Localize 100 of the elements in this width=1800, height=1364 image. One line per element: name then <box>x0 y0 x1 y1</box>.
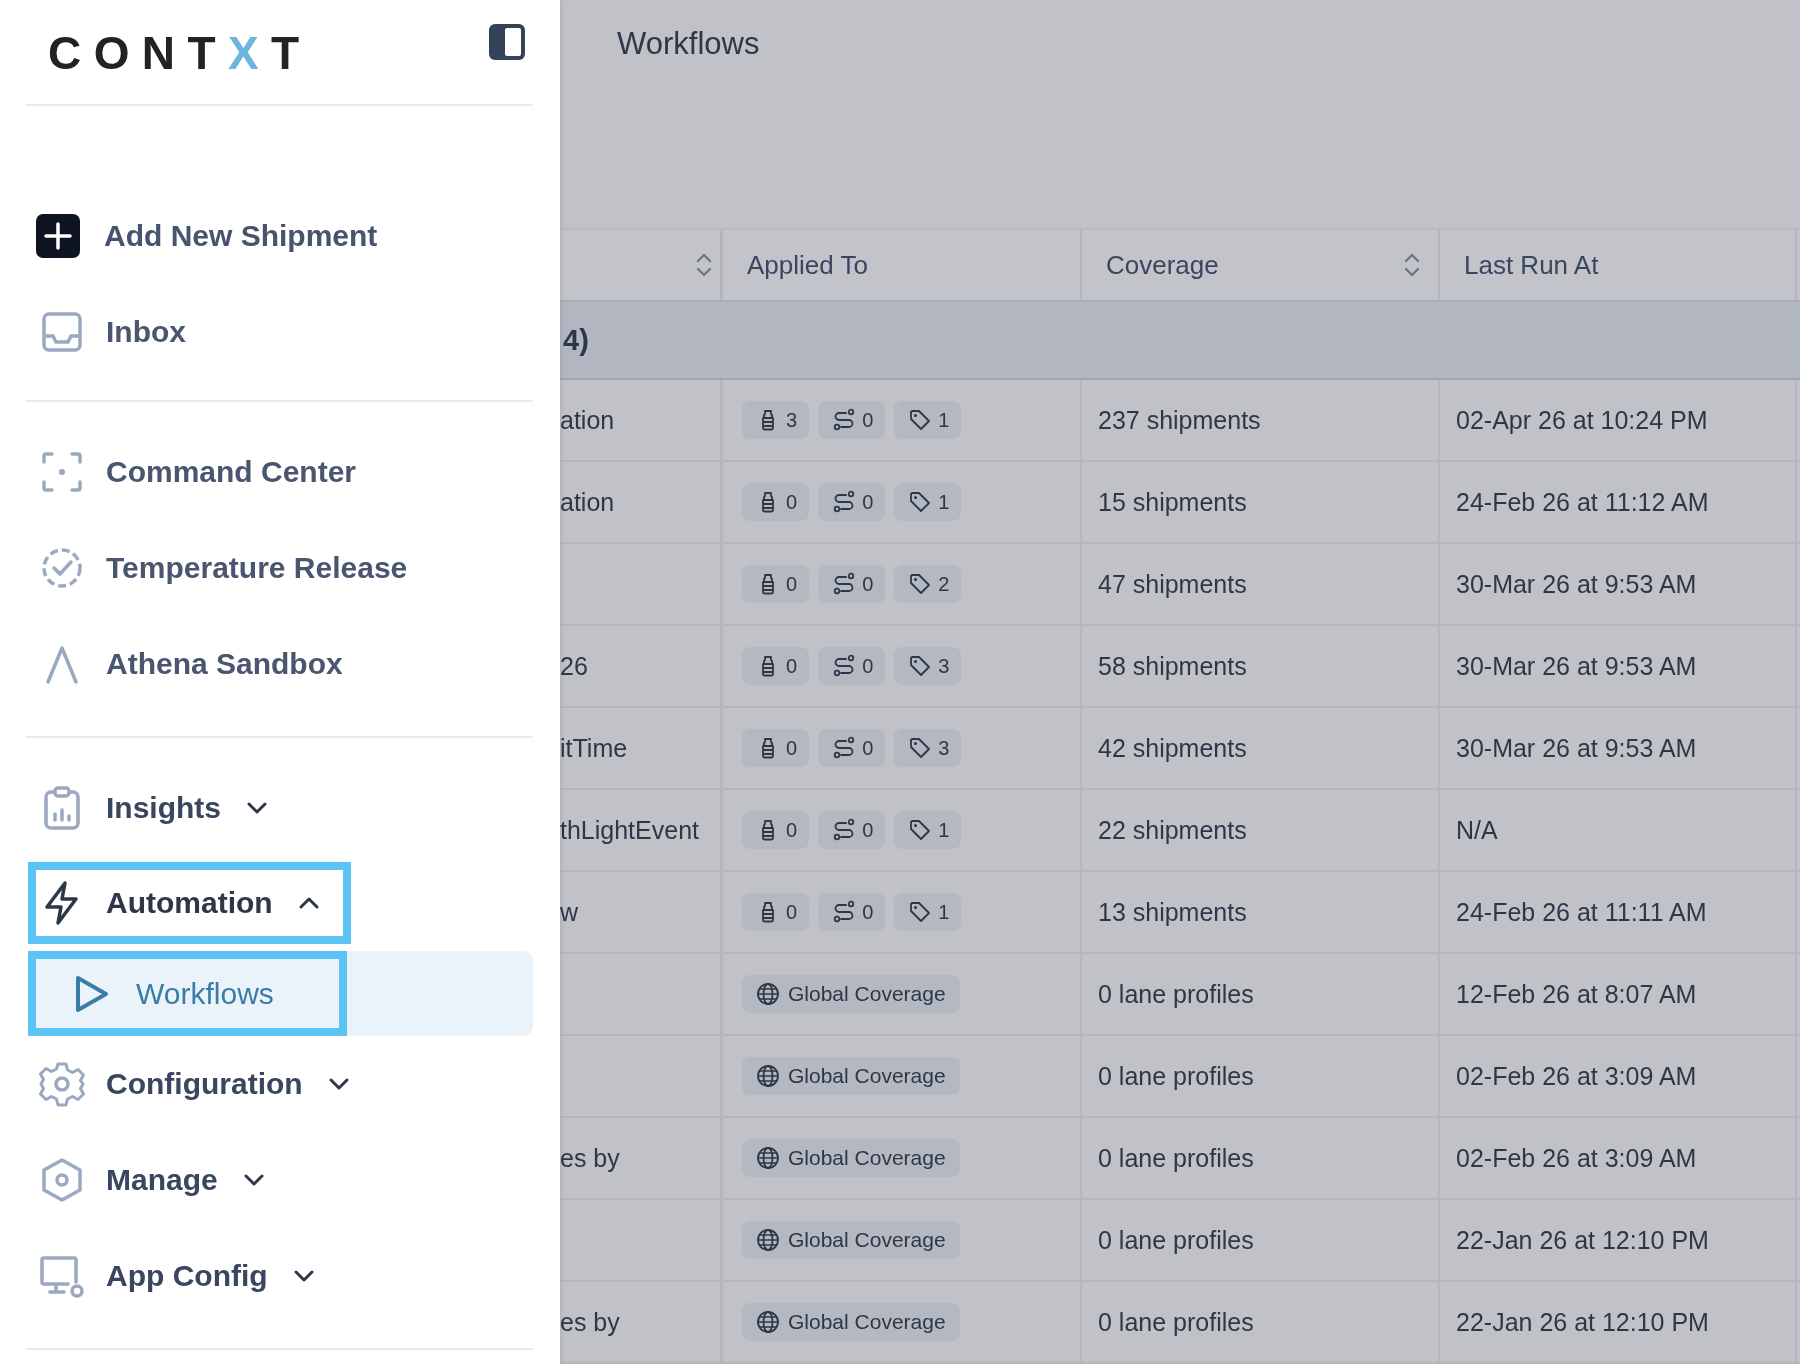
count-chip: 0 <box>742 811 810 849</box>
route-icon <box>832 408 857 432</box>
tag-icon <box>908 736 933 760</box>
count-chip: 0 <box>818 483 886 521</box>
coverage-chip: Global Coverage <box>742 1139 960 1177</box>
nav-item[interactable]: App Config <box>26 1228 316 1324</box>
globe-icon <box>756 1064 780 1088</box>
tag-icon <box>908 408 933 432</box>
count-chip: 0 <box>818 893 886 931</box>
column-header: Coverage <box>1106 249 1219 281</box>
table-cell: 0 lane profiles <box>1098 1307 1254 1337</box>
table-cell: 13 shipments <box>1098 897 1247 927</box>
sort-icon[interactable] <box>696 252 712 278</box>
count-chip: 2 <box>894 565 962 603</box>
table-cell: 0 lane profiles <box>1098 1061 1254 1091</box>
count-chip: 0 <box>742 893 810 931</box>
count-chip: 0 <box>818 811 886 849</box>
group-heading: 4) <box>563 323 589 357</box>
globe-icon <box>756 1228 780 1252</box>
route-icon <box>832 490 857 514</box>
table-cell: 22-Jan 26 at 12:10 PM <box>1456 1307 1709 1337</box>
route-icon <box>832 818 857 842</box>
table-cell: thLightEvent <box>560 815 699 845</box>
table-cell: 22 shipments <box>1098 815 1247 845</box>
count-chip: 3 <box>894 647 962 685</box>
coverage-chip: Global Coverage <box>742 1303 960 1341</box>
plus-icon <box>34 212 82 260</box>
nav-item[interactable]: Inbox <box>26 284 186 380</box>
play-icon <box>74 973 110 1014</box>
table-cell: 30-Mar 26 at 9:53 AM <box>1456 651 1697 681</box>
table-cell: 24-Feb 26 at 11:12 AM <box>1456 487 1709 517</box>
table-cell: w <box>560 897 579 927</box>
table-cell: 0 lane profiles <box>1098 979 1254 1009</box>
nav-item[interactable]: Manage <box>26 1132 266 1228</box>
nav-item[interactable]: Configuration <box>26 1036 351 1132</box>
table-cell: 24-Feb 26 at 11:11 AM <box>1456 897 1707 927</box>
count-chip: 1 <box>894 893 962 931</box>
count-chip: 0 <box>818 401 886 439</box>
count-chip: 0 <box>742 729 810 767</box>
count-chip: 0 <box>818 647 886 685</box>
table-cell: ation <box>560 405 615 435</box>
table-cell: 02-Feb 26 at 3:09 AM <box>1456 1143 1697 1173</box>
table-cell: 58 shipments <box>1098 651 1247 681</box>
tag-icon <box>908 654 933 678</box>
coverage-chip: Global Coverage <box>742 975 960 1013</box>
table-cell: 15 shipments <box>1098 487 1247 517</box>
tag-icon <box>908 900 933 924</box>
table-cell: 02-Feb 26 at 3:09 AM <box>1456 1061 1697 1091</box>
count-chip: 0 <box>742 565 810 603</box>
table-cell: 22-Jan 26 at 12:10 PM <box>1456 1225 1709 1255</box>
sidebar-toggle-icon[interactable] <box>487 22 527 62</box>
breadcrumb-title: Workflows <box>617 26 760 61</box>
coverage-chip: Global Coverage <box>742 1221 960 1259</box>
table-cell: 30-Mar 26 at 9:53 AM <box>1456 733 1697 763</box>
table-cell: itTime <box>560 733 628 763</box>
table-cell: 12-Feb 26 at 8:07 AM <box>1456 979 1697 1009</box>
route-icon <box>832 572 857 596</box>
column-header: Last Run At <box>1464 249 1599 281</box>
route-icon <box>832 736 857 760</box>
sort-icon[interactable] <box>1404 252 1420 278</box>
count-chip: 1 <box>894 483 962 521</box>
count-chip: 1 <box>894 401 962 439</box>
count-chip: 3 <box>894 729 962 767</box>
table-cell: 26 <box>560 651 588 681</box>
count-chip: 3 <box>742 401 810 439</box>
table-cell: 42 shipments <box>1098 733 1247 763</box>
tag-icon <box>908 572 933 596</box>
logo-wordmark: CONT X T <box>48 26 312 80</box>
tag-icon <box>908 818 933 842</box>
gear-icon <box>38 1060 86 1108</box>
table-cell: 237 shipments <box>1098 405 1261 435</box>
route-icon <box>832 654 857 678</box>
table-cell: N/A <box>1456 815 1498 845</box>
table-cell: es by <box>560 1143 620 1173</box>
column-header: Applied To <box>747 249 868 281</box>
nav-item[interactable]: Automation <box>28 862 351 944</box>
nav-item[interactable]: Insights <box>26 760 269 856</box>
count-chip: 1 <box>894 811 962 849</box>
globe-icon <box>756 1146 780 1170</box>
coverage-chip: Global Coverage <box>742 1057 960 1095</box>
table-cell: ation <box>560 487 615 517</box>
count-chip: 0 <box>818 729 886 767</box>
table-cell: 0 lane profiles <box>1098 1143 1254 1173</box>
table-cell: 30-Mar 26 at 9:53 AM <box>1456 569 1697 599</box>
globe-icon <box>756 1310 780 1334</box>
table-cell: 02-Apr 26 at 10:24 PM <box>1456 405 1708 435</box>
nav-item[interactable]: Add New Shipment <box>26 188 378 284</box>
count-chip: 0 <box>818 565 886 603</box>
nav-item[interactable]: Athena Sandbox <box>26 616 343 712</box>
table-cell: es by <box>560 1307 620 1337</box>
nav-item[interactable]: Temperature Release <box>26 520 408 616</box>
table-cell: 0 lane profiles <box>1098 1225 1254 1255</box>
count-chip: 0 <box>742 647 810 685</box>
route-icon <box>832 900 857 924</box>
globe-icon <box>756 982 780 1006</box>
tag-icon <box>908 490 933 514</box>
table-cell: 47 shipments <box>1098 569 1247 599</box>
submenu-item[interactable]: Workflows <box>28 951 347 1036</box>
nav-item[interactable]: Command Center <box>26 424 357 520</box>
count-chip: 0 <box>742 483 810 521</box>
